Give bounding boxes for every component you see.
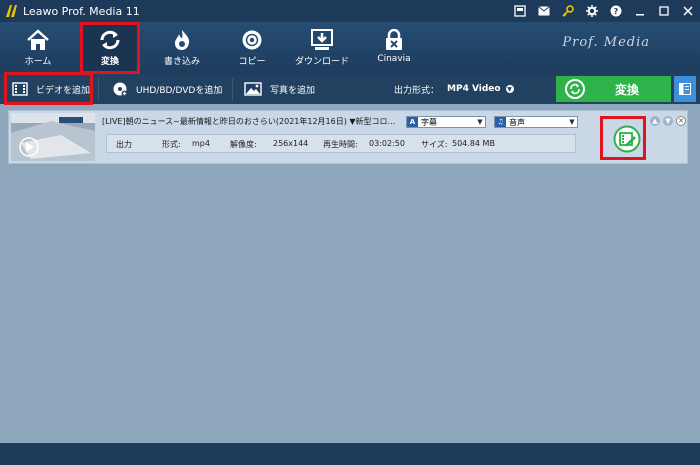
status-bar (0, 443, 700, 465)
key-icon[interactable] (556, 0, 580, 22)
output-info: 出力 形式: mp4 解像度: 256x144 再生時間: 03:02:50 サ… (106, 134, 576, 153)
output-format-label: 出力形式： (394, 85, 440, 96)
format-label: 形式: (162, 140, 181, 149)
duration-value: 03:02:50 (369, 139, 405, 148)
burn-icon (175, 30, 190, 50)
home-icon (27, 29, 49, 50)
nav-copy[interactable]: コピー (222, 22, 282, 74)
file-title: [LIVE]朝のニュース~最新情報と昨日のおさらい(2021年12月16日) ▼… (102, 117, 396, 126)
nav-home[interactable]: ホーム (8, 22, 68, 74)
add-disc-label: UHD/BD/DVDを追加 (136, 85, 223, 96)
download-icon (311, 29, 333, 50)
svg-text:?: ? (614, 7, 619, 16)
nav-convert-label: 変換 (100, 57, 119, 67)
disc-icon (242, 30, 262, 50)
subtitle-icon: A (407, 117, 418, 127)
main-nav: ホーム 変換 書き込み コピー ダウンロード Cinavia Prof. Med… (0, 22, 700, 74)
music-icon: ♫ (495, 117, 506, 127)
subtitle-select[interactable]: A 字幕 ▼ (406, 116, 486, 128)
toolbar-divider (232, 78, 233, 100)
convert-button[interactable]: 変換 (556, 76, 671, 102)
format-value: mp4 (192, 139, 210, 148)
convert-button-label: 変換 (615, 82, 640, 97)
output-label: 出力 (116, 140, 132, 149)
photo-icon (244, 82, 262, 96)
output-format-value: MP4 Video (447, 84, 501, 94)
resolution-label: 解像度: (230, 140, 257, 149)
audio-select-value: 音声 (509, 117, 525, 127)
maximize-icon[interactable] (652, 0, 676, 22)
chevron-down-icon: ▼ (569, 118, 575, 126)
cinavia-icon (386, 29, 402, 50)
move-down-icon[interactable]: ▼ (663, 116, 673, 126)
convert-icon (100, 30, 120, 50)
nav-convert[interactable]: 変換 (80, 22, 140, 74)
store-icon[interactable] (508, 0, 532, 22)
film-icon (12, 82, 28, 96)
nav-download-label: ダウンロード (294, 57, 349, 67)
toolbar-divider (98, 78, 99, 100)
size-value: 504.84 MB (452, 139, 495, 148)
audio-select[interactable]: ♫ 音声 ▼ (494, 116, 578, 128)
disc-add-icon (113, 82, 128, 97)
nav-burn-label: 書き込み (163, 57, 200, 67)
brand-logo: Prof. Media (562, 35, 650, 50)
app-title: Leawo Prof. Media 11 (23, 4, 140, 18)
size-label: サイズ: (421, 140, 448, 149)
chevron-down-icon: ▼ (505, 85, 514, 93)
resolution-value: 256x144 (273, 139, 309, 148)
nav-home-label: ホーム (24, 57, 52, 67)
move-up-icon[interactable]: ▲ (650, 116, 660, 126)
title-bar: Leawo Prof. Media 11 ? (0, 0, 700, 22)
add-video-button[interactable]: ビデオを追加 (12, 74, 90, 104)
duration-label: 再生時間: (323, 140, 358, 149)
remove-item-icon[interactable]: ✕ (676, 116, 686, 126)
nav-cinavia[interactable]: Cinavia (364, 22, 424, 74)
nav-copy-label: コピー (238, 57, 266, 67)
refresh-icon (565, 79, 585, 99)
video-thumbnail[interactable] (11, 113, 95, 161)
subtitle-select-value: 字幕 (421, 117, 437, 127)
nav-download[interactable]: ダウンロード (292, 22, 352, 74)
nav-burn[interactable]: 書き込み (152, 22, 212, 74)
nav-cinavia-label: Cinavia (377, 54, 411, 64)
add-photo-button[interactable]: 写真を追加 (244, 74, 315, 104)
file-item[interactable]: [LIVE]朝のニュース~最新情報と昨日のおさらい(2021年12月16日) ▼… (8, 110, 688, 164)
edit-video-icon (613, 125, 641, 153)
gear-icon[interactable] (580, 0, 604, 22)
help-icon[interactable]: ? (604, 0, 628, 22)
add-video-label: ビデオを追加 (36, 85, 91, 96)
edit-button[interactable] (607, 122, 647, 156)
add-photo-label: 写真を追加 (270, 85, 316, 96)
app-logo-icon (6, 5, 17, 17)
minimize-icon[interactable] (628, 0, 652, 22)
mail-icon[interactable] (532, 0, 556, 22)
close-icon[interactable] (676, 0, 700, 22)
output-format[interactable]: 出力形式： MP4 Video ▼ (394, 74, 514, 104)
layout-toggle-button[interactable] (674, 76, 696, 102)
add-disc-button[interactable]: UHD/BD/DVDを追加 (112, 74, 222, 104)
chevron-down-icon: ▼ (477, 118, 483, 126)
layout-icon (679, 83, 691, 95)
